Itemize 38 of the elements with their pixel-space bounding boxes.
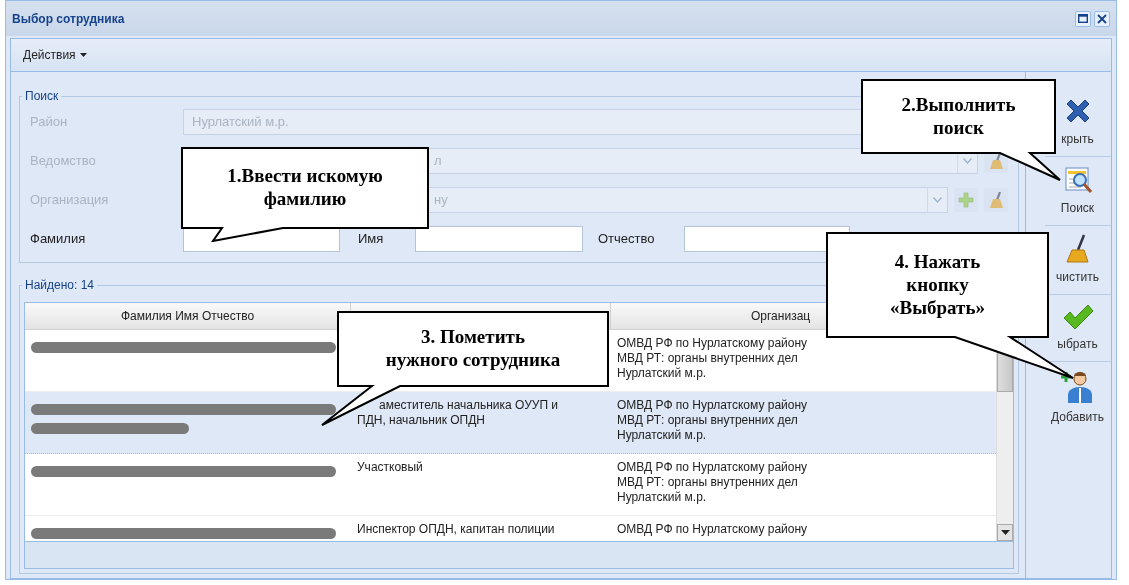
maximize-button[interactable] — [1075, 10, 1091, 27]
chevron-down-icon — [933, 196, 942, 203]
search-icon — [1062, 165, 1093, 195]
select-button[interactable]: ыбрать — [1044, 299, 1111, 357]
close-button[interactable] — [1094, 10, 1110, 27]
field-label: Отчество — [598, 229, 656, 248]
scroll-thumb[interactable] — [997, 352, 1013, 392]
table-cell-text: ОМВД РФ по Нурлатскому району — [616, 521, 809, 538]
table-row[interactable]: Участковый ОМВД РФ по Нурлатскому району МВД РТ: органы внутренних дел Нурлатский м.р. — [25, 454, 996, 516]
broom-icon — [1065, 234, 1090, 264]
down-arrow-icon — [1000, 530, 1010, 535]
add-button[interactable]: Добавить — [1044, 366, 1111, 430]
broom-icon — [989, 152, 1003, 169]
plus-icon — [958, 191, 974, 208]
table-cell-text: ОМВД РФ по Нурлатскому району МВД РТ: органы внутренних дел Нурлатский м.р. — [616, 459, 809, 506]
table-row[interactable]: аместитель начальника ОУУП и ПДН, начальник ОПДН ОМВД РФ по Нурлатскому району МВД РТ: органы внутренних дел Нурлатский м.р. — [25, 392, 996, 454]
input-field[interactable] — [684, 225, 850, 252]
instruction-tooltip: 2.Выполнить поиск — [861, 79, 1061, 181]
maximize-icon — [1078, 14, 1088, 23]
table-cell-text: Участковый — [356, 459, 424, 476]
field-label: Имя — [358, 229, 385, 248]
window-title: Выбор сотрудника — [12, 10, 125, 28]
chevron-down-icon — [963, 157, 972, 164]
field-label: Фамилия — [30, 229, 87, 248]
broom-icon — [989, 191, 1003, 208]
input-field[interactable] — [415, 225, 583, 252]
actions-menu[interactable]: Действия — [19, 44, 91, 66]
scroll-down-button[interactable] — [997, 524, 1013, 541]
caret-icon — [79, 53, 87, 57]
table-cell-text: Инспектор ОПДН, капитан полиции — [356, 521, 556, 538]
table-cell-text: ОМВД РФ по Нурлатскому району МВД РТ: органы внутренних дел Нурлатский м.р. — [616, 397, 809, 444]
results-count: Найдено: 14 — [24, 279, 96, 291]
table-cell-text: ОМВД РФ по Нурлатскому району МВД РТ: органы внутренних дел Нурлатский м.р. — [616, 335, 809, 382]
table-cell-text: аместитель начальника ОУУП и ПДН, начальник ОПДН — [356, 397, 560, 429]
close-icon — [1097, 13, 1107, 24]
search-legend: Поиск — [22, 90, 62, 102]
checkmark-icon — [1061, 303, 1094, 331]
clear-button[interactable]: чистить — [1044, 230, 1111, 290]
